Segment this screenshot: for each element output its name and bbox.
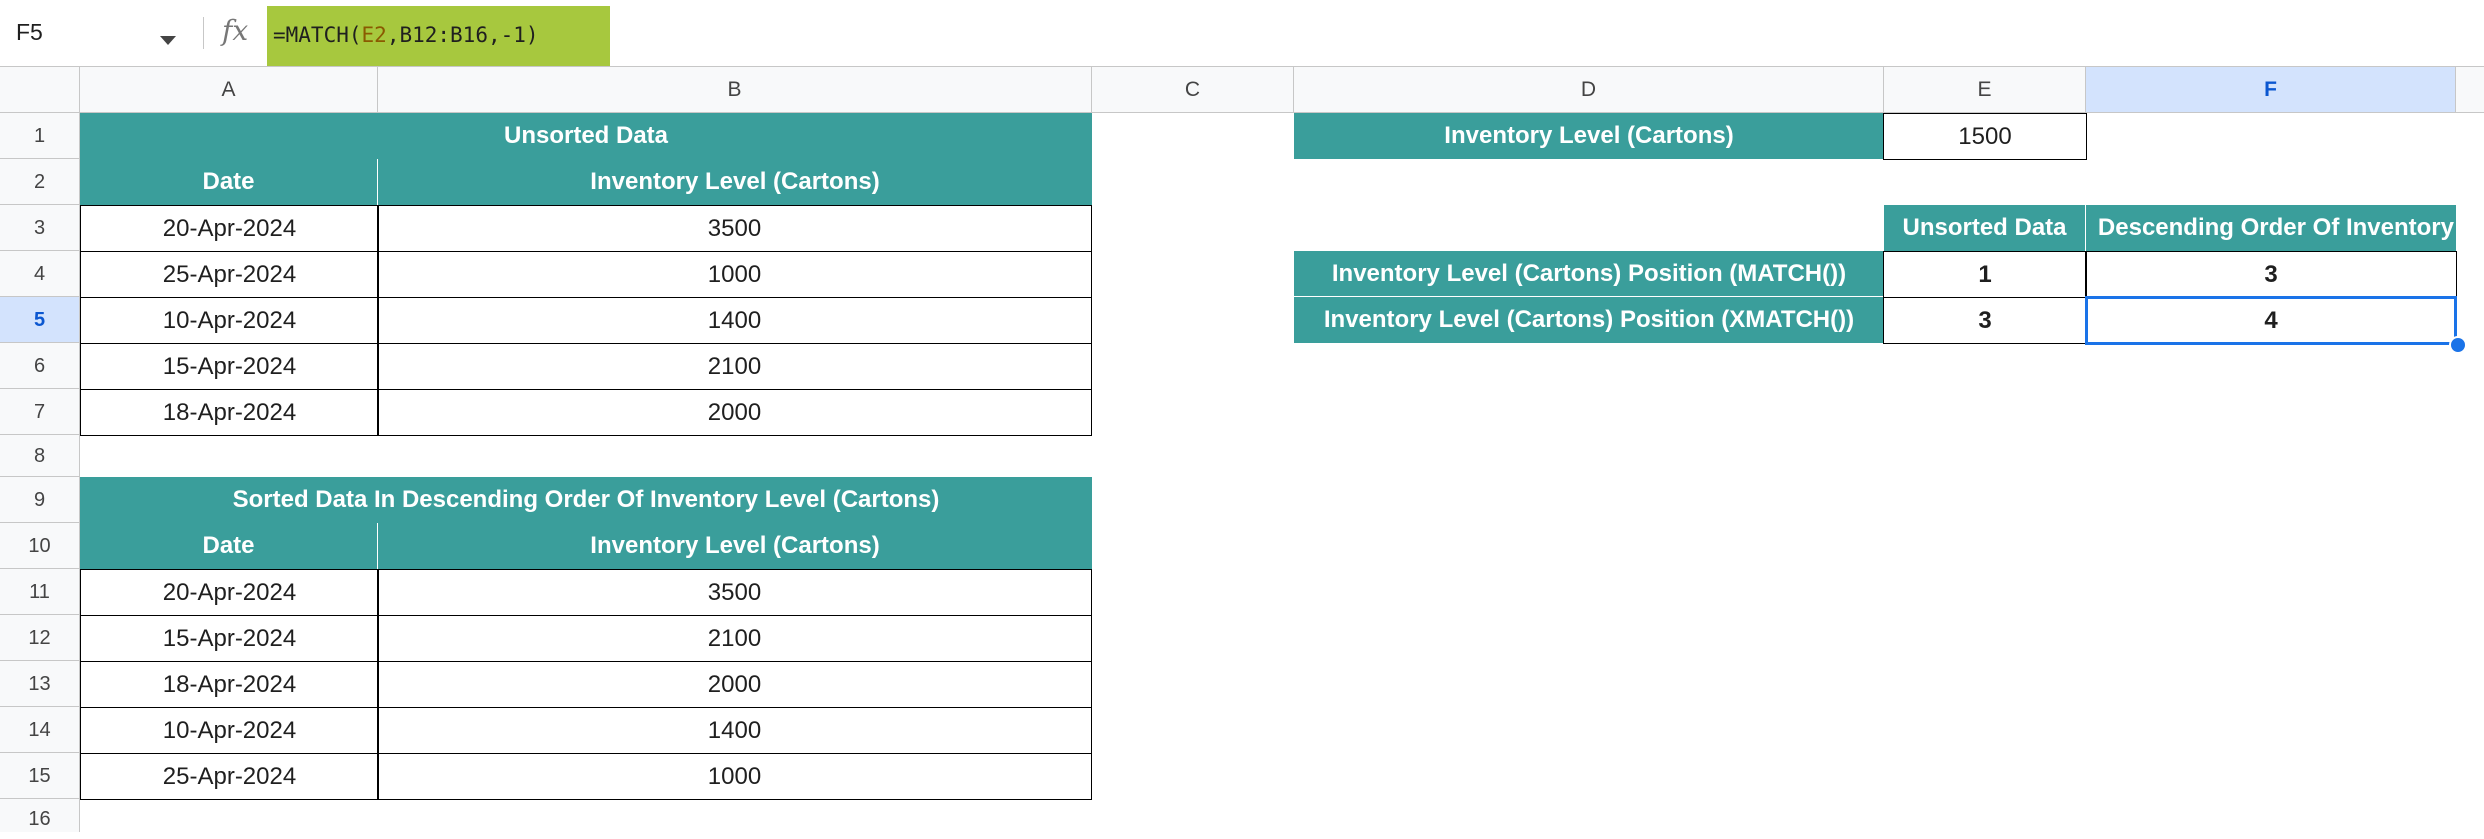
sorted-date-cell[interactable]: 18-Apr-2024: [80, 661, 379, 708]
sorted-date-cell[interactable]: 10-Apr-2024: [80, 707, 379, 754]
sorted-inventory-cell[interactable]: 3500: [377, 569, 1092, 616]
row-header-3[interactable]: 3: [0, 205, 80, 251]
unsorted-date-cell[interactable]: 25-Apr-2024: [80, 251, 379, 298]
sorted-inventory-cell[interactable]: 1000: [377, 753, 1092, 800]
row-header-12[interactable]: 12: [0, 615, 80, 661]
xmatch-position-label[interactable]: Inventory Level (Cartons) Position (XMAT…: [1294, 297, 1884, 343]
row-header-2[interactable]: 2: [0, 159, 80, 205]
column-header-c[interactable]: C: [1092, 67, 1294, 113]
sorted-title[interactable]: Sorted Data In Descending Order Of Inven…: [80, 477, 1092, 523]
match-position-label[interactable]: Inventory Level (Cartons) Position (MATC…: [1294, 251, 1884, 297]
formula-prefix: =MATCH(: [273, 23, 362, 47]
name-box-value: F5: [16, 19, 43, 45]
sorted-inventory-cell[interactable]: 2100: [377, 615, 1092, 662]
column-header-f[interactable]: F: [2086, 67, 2456, 113]
divider: [203, 17, 204, 49]
xmatch-unsorted-value[interactable]: 3: [1883, 297, 2087, 344]
sorted-date-cell[interactable]: 20-Apr-2024: [80, 569, 379, 616]
unsorted-date-cell[interactable]: 15-Apr-2024: [80, 343, 379, 390]
formula-text: =MATCH(E2,B12:B16,-1): [273, 23, 539, 47]
sorted-date-cell[interactable]: 15-Apr-2024: [80, 615, 379, 662]
name-box[interactable]: F5: [0, 8, 190, 58]
row-header-14[interactable]: 14: [0, 707, 80, 753]
unsorted-date-cell[interactable]: 20-Apr-2024: [80, 205, 379, 252]
unsorted-inventory-cell[interactable]: 1400: [377, 297, 1092, 344]
row-header-10[interactable]: 10: [0, 523, 80, 569]
unsorted-inventory-cell[interactable]: 1000: [377, 251, 1092, 298]
sorted-inventory-cell[interactable]: 2000: [377, 661, 1092, 708]
formula-bar: F5 fx =MATCH(E2,B12:B16,-1): [0, 0, 2484, 67]
row-header-6[interactable]: 6: [0, 343, 80, 389]
fill-handle[interactable]: [2449, 336, 2467, 354]
column-header-d[interactable]: D: [1294, 67, 1884, 113]
row-header-5[interactable]: 5: [0, 297, 80, 343]
sorted-inventory-cell[interactable]: 1400: [377, 707, 1092, 754]
sorted-header-date[interactable]: Date: [80, 523, 378, 569]
row-header-9[interactable]: 9: [0, 477, 80, 523]
row-header-4[interactable]: 4: [0, 251, 80, 297]
results-header-descending[interactable]: Descending Order Of Inventory: [2086, 205, 2456, 251]
sorted-header-inventory[interactable]: Inventory Level (Cartons): [378, 523, 1092, 569]
unsorted-inventory-cell[interactable]: 3500: [377, 205, 1092, 252]
results-header-unsorted[interactable]: Unsorted Data: [1884, 205, 2086, 251]
formula-input[interactable]: =MATCH(E2,B12:B16,-1): [267, 6, 610, 66]
row-header-16[interactable]: 16: [0, 799, 80, 832]
column-header-b[interactable]: B: [378, 67, 1092, 113]
unsorted-date-cell[interactable]: 18-Apr-2024: [80, 389, 379, 436]
formula-reference: E2: [361, 23, 387, 47]
row-header-13[interactable]: 13: [0, 661, 80, 707]
formula-suffix: ,B12:B16,-1): [386, 23, 539, 47]
column-header-g[interactable]: [2456, 67, 2484, 113]
column-header-e[interactable]: E: [1884, 67, 2086, 113]
lookup-label[interactable]: Inventory Level (Cartons): [1294, 113, 1884, 159]
sorted-date-cell[interactable]: 25-Apr-2024: [80, 753, 379, 800]
fx-icon: fx: [222, 14, 249, 47]
row-header-7[interactable]: 7: [0, 389, 80, 435]
unsorted-inventory-cell[interactable]: 2000: [377, 389, 1092, 436]
column-header-a[interactable]: A: [80, 67, 378, 113]
select-all-corner[interactable]: [0, 67, 80, 113]
row-header-1[interactable]: 1: [0, 113, 80, 159]
unsorted-title[interactable]: Unsorted Data: [80, 113, 1092, 159]
row-header-11[interactable]: 11: [0, 569, 80, 615]
unsorted-header-date[interactable]: Date: [80, 159, 378, 205]
unsorted-header-inventory[interactable]: Inventory Level (Cartons): [378, 159, 1092, 205]
unsorted-date-cell[interactable]: 10-Apr-2024: [80, 297, 379, 344]
chevron-down-icon[interactable]: [160, 36, 176, 45]
match-unsorted-value[interactable]: 1: [1883, 251, 2087, 298]
match-descending-value[interactable]: 3: [2085, 251, 2457, 298]
lookup-value[interactable]: 1500: [1883, 113, 2087, 160]
unsorted-inventory-cell[interactable]: 2100: [377, 343, 1092, 390]
row-header-8[interactable]: 8: [0, 435, 80, 477]
row-header-15[interactable]: 15: [0, 753, 80, 799]
active-cell-selection[interactable]: [2085, 296, 2457, 345]
